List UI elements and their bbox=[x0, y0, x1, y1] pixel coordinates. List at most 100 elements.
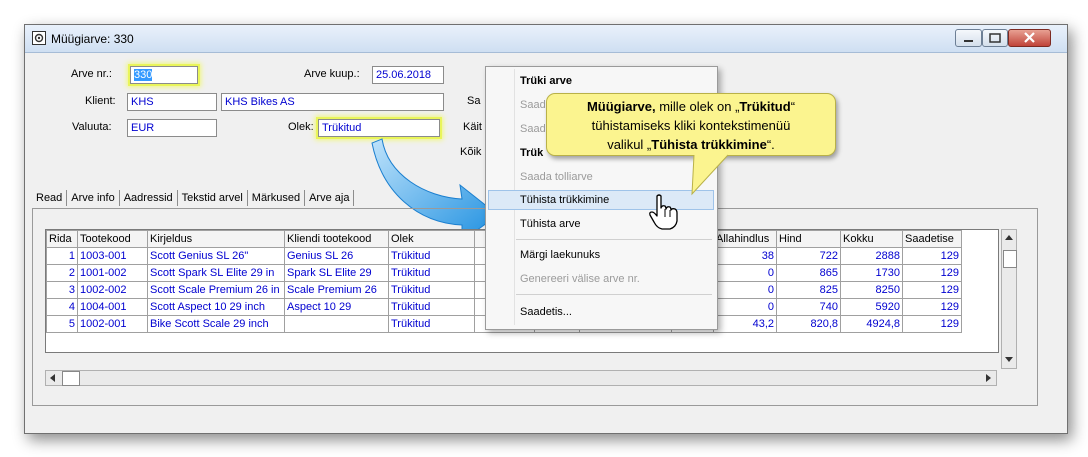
grid-header-cell[interactable]: Kokku bbox=[840, 230, 903, 248]
client-name-field[interactable]: KHS Bikes AS bbox=[221, 93, 444, 111]
menu-item-shipment[interactable]: Saadetis... bbox=[520, 306, 572, 318]
table-cell[interactable]: 129 bbox=[902, 298, 962, 316]
tab-arve-info[interactable]: Arve info bbox=[67, 190, 120, 206]
table-cell[interactable]: 865 bbox=[776, 264, 841, 282]
grid-header-cell[interactable]: Kliendi tootekood bbox=[284, 230, 389, 248]
menu-item-cancel-printing[interactable]: Tühista trükkimine bbox=[520, 194, 609, 206]
grid-header-cell[interactable]: Allahindlus bbox=[713, 230, 777, 248]
tab-aadressid[interactable]: Aadressid bbox=[120, 190, 178, 206]
maximize-button[interactable] bbox=[982, 29, 1008, 47]
status-label: Olek: bbox=[288, 121, 314, 133]
table-cell[interactable]: 129 bbox=[902, 264, 962, 282]
table-cell[interactable]: 0 bbox=[713, 264, 777, 282]
callout-pointer bbox=[691, 154, 729, 196]
table-cell[interactable]: 4924,8 bbox=[840, 315, 903, 333]
table-cell[interactable]: 3 bbox=[46, 281, 78, 299]
grid-header-cell[interactable]: Saadetise bbox=[902, 230, 962, 248]
table-cell[interactable]: 2 bbox=[46, 264, 78, 282]
tab-tekstid-arvel[interactable]: Tekstid arvel bbox=[178, 190, 248, 206]
table-cell[interactable]: 1730 bbox=[840, 264, 903, 282]
table-cell[interactable]: 740 bbox=[776, 298, 841, 316]
grid-header-cell[interactable]: Tootekood bbox=[77, 230, 148, 248]
table-cell[interactable]: Bike Scott Scale 29 inch bbox=[147, 315, 285, 333]
menu-item-print-2[interactable]: Trük bbox=[520, 147, 543, 159]
horizontal-scrollbar[interactable] bbox=[45, 370, 997, 386]
table-cell[interactable]: Scott Aspect 10 29 inch bbox=[147, 298, 285, 316]
partial-label-2: Käit bbox=[463, 121, 482, 133]
table-cell[interactable]: 43,2 bbox=[713, 315, 777, 333]
currency-field[interactable]: EUR bbox=[127, 119, 217, 137]
tab-read[interactable]: Read bbox=[32, 190, 68, 206]
scroll-thumb[interactable] bbox=[1003, 250, 1017, 268]
table-cell[interactable]: Trükitud bbox=[388, 247, 475, 265]
date-field[interactable]: 25.06.2018 bbox=[372, 66, 444, 84]
invoice-number-field[interactable]: 330 bbox=[130, 66, 198, 84]
table-cell[interactable]: Scott Spark SL Elite 29 in bbox=[147, 264, 285, 282]
table-cell[interactable]: 38 bbox=[713, 247, 777, 265]
table-cell[interactable]: 1002-001 bbox=[77, 315, 148, 333]
table-cell[interactable]: Spark SL Elite 29 bbox=[284, 264, 389, 282]
close-button[interactable] bbox=[1008, 29, 1051, 47]
table-cell[interactable]: Scott Genius SL 26" bbox=[147, 247, 285, 265]
table-cell[interactable]: 0 bbox=[713, 298, 777, 316]
table-cell[interactable]: Genius SL 26 bbox=[284, 247, 389, 265]
table-cell[interactable]: 2888 bbox=[840, 247, 903, 265]
menu-item-cancel-invoice[interactable]: Tühista arve bbox=[520, 218, 581, 230]
menu-item-send-1[interactable]: Saad bbox=[520, 99, 546, 111]
table-cell[interactable]: 820,8 bbox=[776, 315, 841, 333]
client-code-field[interactable]: KHS bbox=[127, 93, 217, 111]
table-cell[interactable] bbox=[284, 315, 389, 333]
table-cell[interactable]: 722 bbox=[776, 247, 841, 265]
table-cell[interactable]: Trükitud bbox=[388, 298, 475, 316]
tab-markused[interactable]: Märkused bbox=[248, 190, 306, 206]
table-cell[interactable]: 1001-002 bbox=[77, 264, 148, 282]
table-cell[interactable]: Aspect 10 29 bbox=[284, 298, 389, 316]
table-cell[interactable]: Trükitud bbox=[388, 264, 475, 282]
grid-header-cell[interactable]: Rida bbox=[46, 230, 78, 248]
table-cell[interactable]: Trükitud bbox=[388, 281, 475, 299]
table-cell[interactable]: 129 bbox=[902, 281, 962, 299]
table-cell[interactable]: Trükitud bbox=[388, 315, 475, 333]
grid-header-cell[interactable]: Hind bbox=[776, 230, 841, 248]
menu-item-generate-number[interactable]: Genereeri välise arve nr. bbox=[520, 273, 640, 285]
grid-header-cell[interactable]: Kirjeldus bbox=[147, 230, 285, 248]
table-cell[interactable]: 825 bbox=[776, 281, 841, 299]
grid-header-cell[interactable]: Olek bbox=[388, 230, 475, 248]
table-cell[interactable]: 1 bbox=[46, 247, 78, 265]
vertical-scrollbar[interactable] bbox=[1001, 229, 1017, 369]
table-cell[interactable]: 4 bbox=[46, 298, 78, 316]
scroll-up-icon bbox=[1005, 235, 1013, 240]
callout-line-1: Müügiarve, mille olek on „Trükitud“ bbox=[586, 99, 796, 114]
menu-item-send-2[interactable]: Saad bbox=[520, 123, 546, 135]
table-cell[interactable]: 1003-001 bbox=[77, 247, 148, 265]
menu-item-send-customs[interactable]: Saada tolliarve bbox=[520, 171, 593, 183]
client-label: Klient: bbox=[85, 95, 116, 107]
tab-bar: Read Arve info Aadressid Tekstid arvel Märku… bbox=[32, 190, 355, 210]
menu-separator bbox=[516, 294, 712, 295]
table-cell[interactable]: 5 bbox=[46, 315, 78, 333]
minimize-button[interactable] bbox=[955, 29, 982, 47]
minimize-icon bbox=[964, 40, 973, 42]
table-cell[interactable]: 129 bbox=[902, 247, 962, 265]
tab-arve-aja[interactable]: Arve aja bbox=[305, 190, 355, 206]
callout-line-3: valikul „Tühista trükkimine“. bbox=[607, 137, 775, 152]
table-cell[interactable]: 0 bbox=[713, 281, 777, 299]
menu-item-print[interactable]: Trüki arve bbox=[520, 75, 572, 87]
settings-icon bbox=[32, 31, 46, 45]
table-cell[interactable]: 1002-002 bbox=[77, 281, 148, 299]
table-cell[interactable]: Scott Scale Premium 26 in bbox=[147, 281, 285, 299]
invoice-number-value: 330 bbox=[134, 69, 153, 81]
close-icon bbox=[1024, 32, 1035, 43]
table-cell[interactable]: 129 bbox=[902, 315, 962, 333]
callout-tooltip: Müügiarve, mille olek on „Trükitud“ tühi… bbox=[546, 93, 836, 156]
menu-separator bbox=[516, 239, 712, 240]
window-title: Müügiarve: 330 bbox=[51, 32, 134, 46]
table-cell[interactable]: 1004-001 bbox=[77, 298, 148, 316]
table-cell[interactable]: 5920 bbox=[840, 298, 903, 316]
hscroll-thumb[interactable] bbox=[62, 371, 80, 386]
table-cell[interactable]: 8250 bbox=[840, 281, 903, 299]
date-label: Arve kuup.: bbox=[304, 68, 360, 80]
table-cell[interactable]: Scale Premium 26 bbox=[284, 281, 389, 299]
title-bar: Müügiarve: 330 bbox=[25, 25, 1067, 53]
menu-item-mark-paid[interactable]: Märgi laekunuks bbox=[520, 249, 600, 261]
